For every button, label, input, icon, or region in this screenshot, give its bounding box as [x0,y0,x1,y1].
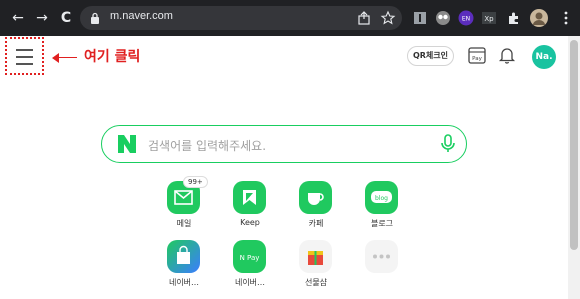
shopping-bag-icon [167,240,200,273]
url-text: m.naver.com [110,10,173,22]
page-scrollbar[interactable] [568,36,580,299]
user-avatar[interactable]: Na. [532,45,556,69]
profile-avatar-icon[interactable] [530,9,548,27]
browser-toolbar: ← → C m.naver.com EN Xp [0,0,580,36]
service-naver-pay[interactable]: N Pay 네이버… [220,240,280,298]
service-label: 메일 [176,219,192,228]
service-more[interactable] [352,240,412,298]
keep-app-icon [233,181,266,214]
lock-icon [91,12,99,24]
menu-line [16,56,33,58]
npay-icon-text: N Pay [240,254,260,262]
forward-button[interactable]: → [32,8,52,28]
menu-line [16,63,33,65]
menu-line [16,49,33,51]
service-label: 네이버… [168,278,200,287]
extensions-puzzle-icon[interactable] [506,10,522,26]
pay-label: Pay [472,56,482,62]
search-input[interactable]: 검색어를 입력해주세요. [101,125,467,163]
gift-box-icon [299,240,332,273]
annotation-text: 여기 클릭 [84,49,141,65]
service-label: 카페 [308,219,324,228]
reload-button[interactable]: C [56,8,76,28]
svg-text:Xp: Xp [484,15,494,23]
browser-menu-icon[interactable] [558,10,574,26]
extension-en-icon[interactable]: EN [458,10,474,26]
service-label: 선물샵 [304,278,328,287]
extension-owl-icon[interactable] [435,10,451,26]
service-label: 네이버… [234,278,266,287]
service-label: Keep [240,218,260,227]
service-cafe[interactable]: 카페 [286,181,346,239]
service-blog[interactable]: blog 블로그 [352,181,412,239]
hamburger-menu-button[interactable] [5,37,44,75]
notification-bell-icon[interactable] [497,45,517,65]
address-bar[interactable]: m.naver.com [80,6,402,30]
extension-xp-icon[interactable]: Xp [481,10,497,26]
pay-wallet-icon[interactable]: Pay [467,45,487,65]
qr-checkin-button[interactable]: QR체크인 [407,46,454,66]
blog-icon-text: blog [375,195,388,202]
blog-app-icon: blog [365,181,398,214]
svg-text:EN: EN [462,16,470,23]
scrollbar-thumb[interactable] [570,40,578,250]
service-naver-shopping[interactable]: 네이버… [154,240,214,298]
more-dots-icon [365,240,398,273]
mail-unread-badge: 99+ [183,176,208,188]
naver-n-logo-icon [118,135,136,153]
npay-app-icon: N Pay [233,240,266,273]
service-mail[interactable]: 99+ 메일 [154,176,214,239]
service-label: 블로그 [370,219,394,228]
service-gift-shop[interactable]: 선물샵 [286,240,346,298]
share-icon[interactable] [356,10,372,26]
bookmark-star-icon[interactable] [380,10,396,26]
annotation-arrow-line [57,57,77,59]
service-keep[interactable]: Keep [220,181,280,239]
back-button[interactable]: ← [8,8,28,28]
cafe-app-icon [299,181,332,214]
extension-doc-icon[interactable] [412,10,428,26]
microphone-icon[interactable] [440,134,456,154]
search-placeholder: 검색어를 입력해주세요. [148,139,267,153]
